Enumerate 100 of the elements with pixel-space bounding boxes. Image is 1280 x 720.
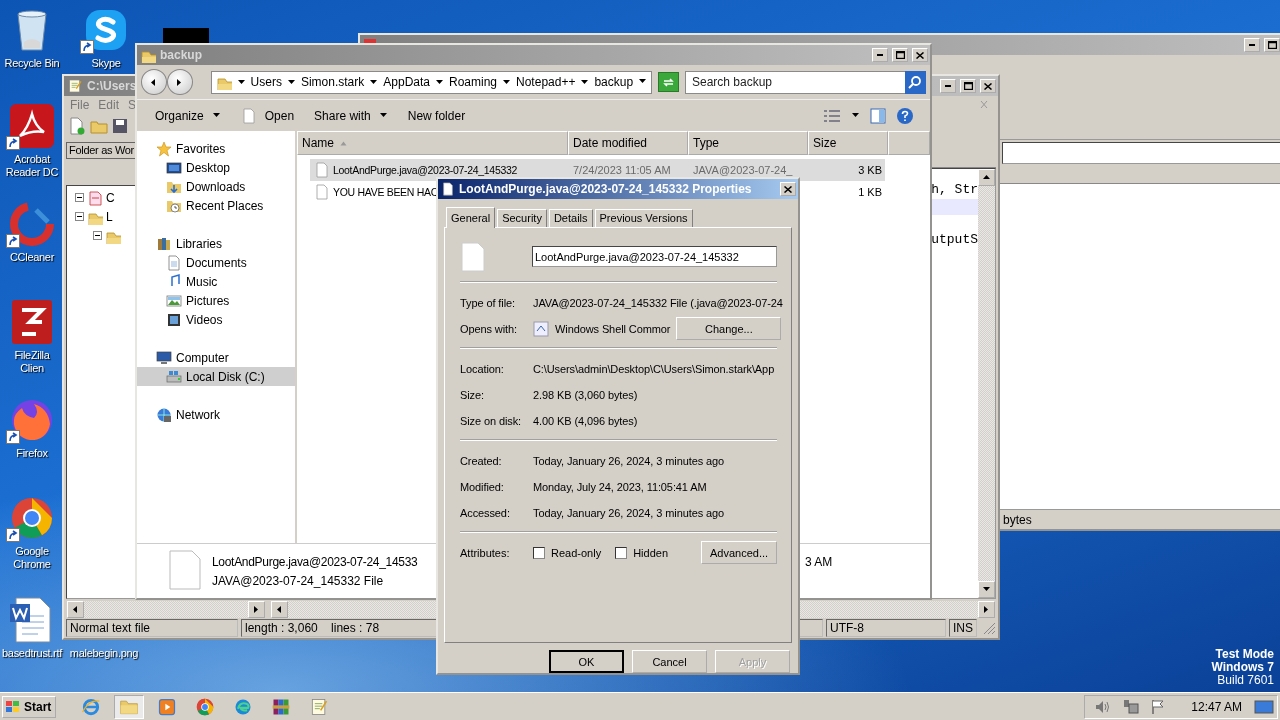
collapse-toggle[interactable] [93, 231, 102, 240]
change-button[interactable]: Change... [676, 317, 782, 341]
new-file-icon[interactable] [68, 117, 86, 135]
close-button[interactable] [980, 79, 996, 93]
breadcrumb-item[interactable]: AppData [383, 75, 430, 89]
tree-item[interactable]: C [106, 190, 115, 205]
column-header[interactable]: Date modified [568, 131, 688, 155]
checkbox[interactable] [533, 546, 545, 559]
menu-button[interactable]: Share with [306, 103, 396, 128]
scrollbar[interactable] [67, 601, 265, 618]
back-button[interactable] [141, 69, 167, 95]
minus-icon [95, 235, 100, 236]
open-button[interactable]: Open [232, 103, 303, 128]
desktop-icon-label[interactable]: Firefox [16, 447, 48, 460]
close-button[interactable] [912, 48, 928, 62]
collapse-toggle[interactable] [75, 193, 84, 202]
maximize-button[interactable] [892, 48, 908, 62]
property-label: Modified: [460, 480, 505, 493]
column-header[interactable]: Name [297, 131, 568, 155]
tab[interactable]: General [446, 206, 496, 228]
desktop-icon-label[interactable]: FileZilla Clien [2, 349, 62, 375]
view-options-icon[interactable] [823, 108, 841, 123]
network-icon[interactable] [1123, 698, 1140, 715]
minimize-button[interactable] [1244, 38, 1260, 52]
preview-pane-icon[interactable] [870, 107, 886, 124]
desktop-icon-label[interactable]: Recycle Bin [4, 57, 60, 70]
file-name-field[interactable]: LootAndPurge.java@2023-07-24_145332 [532, 246, 777, 268]
column-header[interactable]: Size [808, 131, 888, 155]
maximize-icon [895, 51, 905, 59]
clock: 12:47 AM [1191, 699, 1242, 714]
property-value: JAVA@2023-07-24_145332 File (.java@2023-07-24 [533, 296, 783, 309]
nav-item[interactable]: Downloads [137, 177, 295, 196]
search-field[interactable]: Search backup [684, 70, 905, 94]
breadcrumb-item[interactable]: backup [594, 75, 634, 89]
property-value: 4.00 KB (4,096 bytes) [533, 414, 639, 427]
desktop-icon-label[interactable]: Skype [91, 57, 121, 70]
nav-item[interactable]: Recent Places [137, 196, 295, 215]
maximize-button[interactable] [1264, 38, 1280, 52]
breadcrumb-item[interactable]: Notepad++ [516, 75, 576, 89]
breadcrumb-item[interactable]: Roaming [449, 75, 498, 89]
checkbox[interactable] [615, 546, 628, 559]
minimize-button[interactable] [872, 48, 888, 62]
address-bar[interactable]: Users Simon.stark AppData Roaming Notepad++ backup [210, 70, 653, 94]
nav-item[interactable]: Pictures [137, 291, 295, 310]
column-header[interactable]: Type [688, 131, 808, 155]
details-file-name: LootAndPurge.java@2023-07-24_14533 [212, 554, 418, 569]
browser-e-icon [81, 696, 102, 717]
maximize-icon [963, 82, 973, 90]
media-player-icon [157, 696, 178, 717]
save-icon[interactable] [112, 117, 128, 135]
drive-icon [87, 189, 103, 206]
dialog-button[interactable]: Cancel [632, 650, 707, 673]
toolbar-button[interactable]: New folder [399, 103, 474, 128]
shortcut-arrow-icon [6, 528, 20, 542]
nav-item[interactable]: Computer [137, 348, 295, 367]
start-button[interactable]: Start [2, 695, 57, 718]
show-desktop-icon[interactable] [1254, 698, 1274, 715]
nav-item[interactable]: Libraries [137, 234, 295, 253]
window-title: backup [160, 48, 202, 62]
tab[interactable]: Previous Versions [594, 208, 693, 227]
breadcrumb-item[interactable]: Users [250, 75, 282, 89]
shortcut-arrow-icon [6, 430, 20, 444]
advanced-button[interactable]: Advanced... [701, 541, 777, 565]
code-line: h, Str [931, 182, 978, 199]
file-name: LootAndPurge.java@2023-07-24_145332 [333, 164, 518, 176]
dropdown-icon [638, 77, 648, 86]
help-icon[interactable] [896, 106, 914, 125]
property-label: Opens with: [460, 322, 518, 335]
tab[interactable]: Details [548, 208, 593, 227]
breadcrumb-item[interactable]: Simon.stark [300, 75, 365, 89]
dialog-title: LootAndPurge.java@2023-07-24_145332 Properties [459, 182, 752, 196]
minimize-button[interactable] [940, 79, 956, 93]
nav-item[interactable]: Music [137, 272, 295, 291]
menu-button[interactable]: Organize [147, 103, 229, 128]
nav-item[interactable]: Desktop [137, 158, 295, 177]
dialog-button[interactable]: OK [549, 650, 624, 673]
nav-item[interactable]: Videos [137, 310, 295, 329]
code-line: utputS [931, 231, 978, 248]
nav-item[interactable]: Network [137, 405, 295, 424]
scroll-left-icon [275, 605, 284, 614]
flag-icon[interactable] [1151, 698, 1166, 715]
desktop-icon-label[interactable]: Acrobat Reader DC [2, 153, 62, 179]
desktop-icon-label[interactable]: basedtrust.rtf [2, 647, 62, 660]
property-label: Size: [460, 388, 485, 401]
desktop-icon-label[interactable]: Google Chrome [2, 545, 62, 571]
collapse-toggle[interactable] [75, 212, 84, 221]
tab[interactable]: Security [497, 208, 547, 227]
tree-item[interactable]: L [106, 209, 113, 224]
speaker-icon[interactable] [1095, 699, 1112, 714]
forward-button[interactable] [166, 69, 193, 95]
nav-item[interactable]: Local Disk (C:) [137, 367, 295, 386]
refresh-button[interactable] [658, 72, 679, 92]
desktop-icon-label[interactable]: CCleaner [9, 251, 55, 264]
close-button[interactable] [780, 182, 796, 196]
nav-item[interactable]: Documents [137, 253, 295, 272]
maximize-button[interactable] [960, 79, 976, 93]
scrollbar[interactable] [978, 169, 995, 598]
text-field[interactable] [1002, 142, 1280, 164]
search-button[interactable] [905, 70, 926, 94]
property-value: 2.98 KB (3,060 bytes) [533, 388, 639, 401]
